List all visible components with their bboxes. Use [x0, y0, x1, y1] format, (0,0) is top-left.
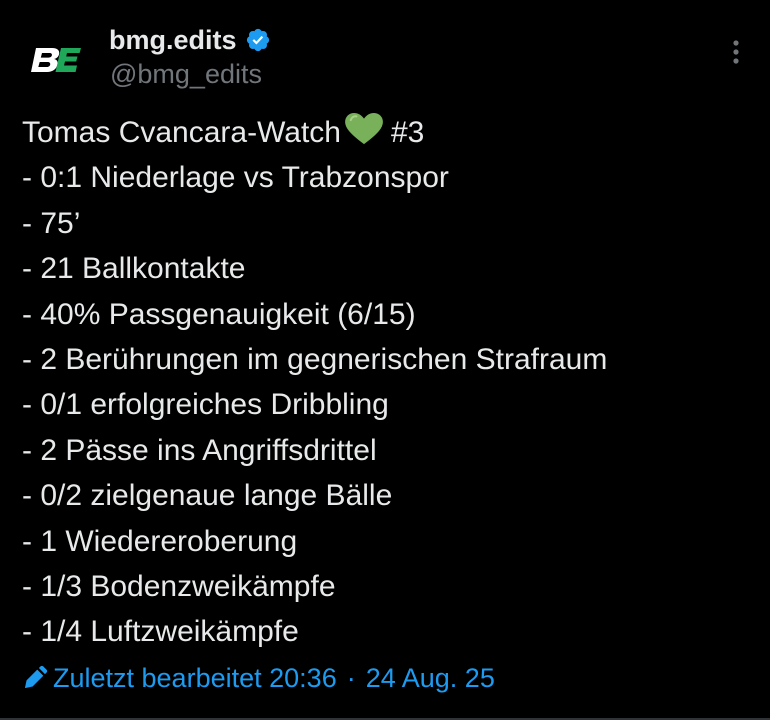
tweet-stat-line: - 21 Ballkontakte: [22, 252, 246, 286]
author-handle[interactable]: @bmg_edits: [110, 56, 262, 92]
green-heart-emoji: [345, 112, 383, 145]
tweet-title-text: Tomas Cvancara-Watch: [22, 116, 341, 149]
tweet-title-suffix: #3: [390, 116, 425, 149]
tweet-stat-line: - 0/2 zielgenaue lange Bälle: [22, 479, 393, 513]
edited-time: 20:36: [269, 662, 337, 693]
edited-indicator-link[interactable]: Zuletzt bearbeitet 20:36 · 24 Aug. 25: [22, 660, 495, 696]
more-vertical-icon: [733, 40, 739, 64]
author-name-row[interactable]: bmg.edits: [109, 22, 271, 58]
tweet-stat-line: - 0:1 Niederlage vs Trabzonspor: [22, 161, 449, 195]
tweet-stat-line: - 1/3 Bodenzweikämpfe: [22, 569, 336, 603]
tweet-stat-line: - 1 Wiedereroberung: [22, 524, 298, 558]
tweet-title-line: Tomas Cvancara-Watch #3: [22, 110, 752, 155]
tweet-stat-line: - 0/1 erfolgreiches Dribbling: [22, 388, 389, 422]
tweet-text: Tomas Cvancara-Watch #3 - 0:1 Niederlage …: [22, 110, 752, 655]
bmg-logo-icon: [31, 48, 81, 72]
tweet-stat-line: - 2 Pässe ins Angriffsdrittel: [22, 433, 377, 467]
verified-badge-icon: [246, 28, 269, 52]
edited-label: Zuletzt bearbeitet: [53, 662, 262, 693]
tweet-stat-line: - 1/4 Luftzweikämpfe: [22, 615, 299, 649]
pencil-icon: [25, 665, 48, 688]
tweet-stat-line: - 40% Passgenauigkeit (6/15): [22, 297, 416, 331]
edited-separator: ·: [346, 662, 356, 693]
tweet-card: BE bmg.edits @bmg_edits Tomas Cvancara-W…: [0, 0, 770, 720]
author-display-name[interactable]: bmg.edits: [109, 22, 237, 58]
tweet-stat-line: - 75’: [22, 206, 81, 240]
avatar[interactable]: BE: [22, 26, 90, 94]
more-options-button[interactable]: [718, 30, 754, 74]
tweet-stat-line: - 2 Berührungen im gegnerischen Strafrau…: [22, 342, 608, 376]
edited-date: 24 Aug. 25: [365, 662, 495, 693]
